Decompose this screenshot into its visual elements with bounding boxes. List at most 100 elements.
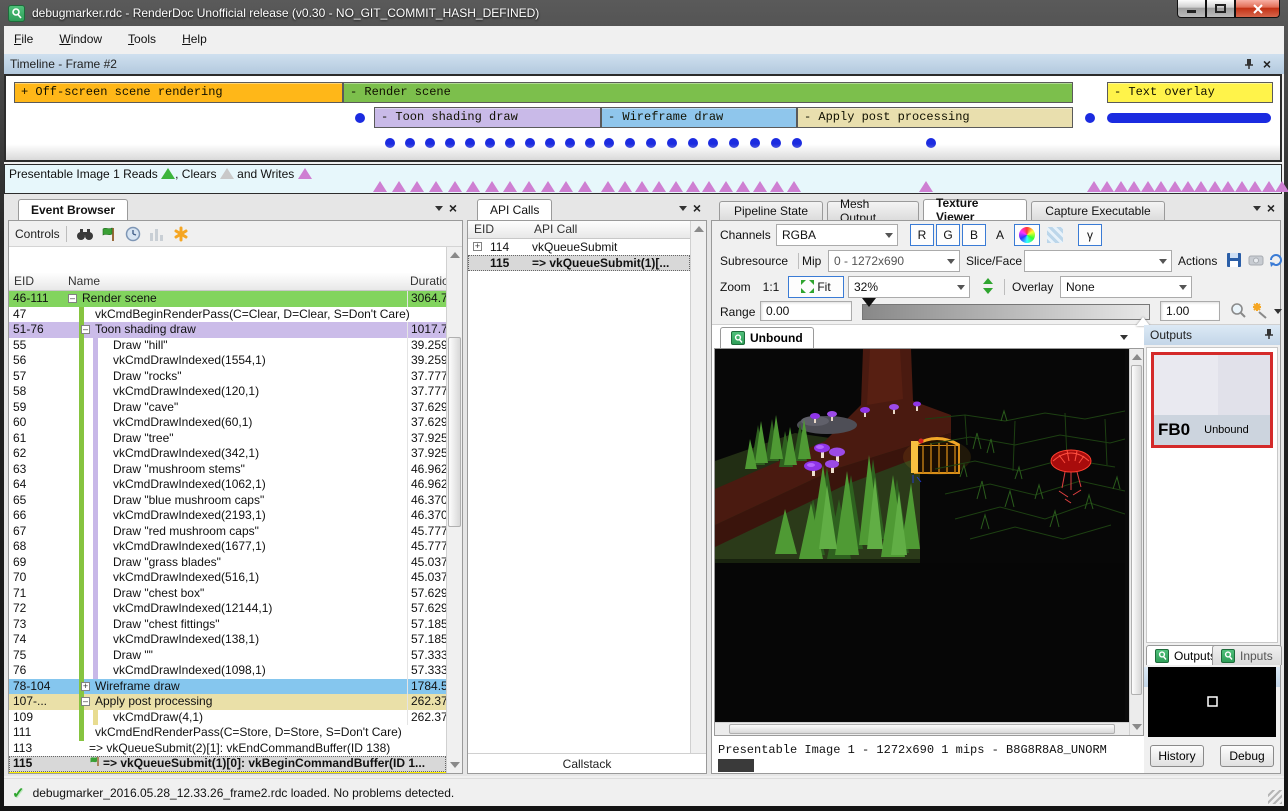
event-row[interactable]: 58vkCmdDrawIndexed(120,1)37.77778 <box>9 384 446 400</box>
event-row[interactable]: 56vkCmdDrawIndexed(1554,1)39.25926 <box>9 353 446 369</box>
api-calls-column-header[interactable]: EID API Call <box>468 221 690 239</box>
tab-event-browser[interactable]: Event Browser <box>18 199 128 220</box>
event-row[interactable]: 51-76–Toon shading draw1017.7... <box>9 322 446 338</box>
event-row[interactable]: 109vkCmdDraw(4,1)262.37... <box>9 710 446 726</box>
event-row[interactable]: 55Draw "hill"39.25926 <box>9 338 446 354</box>
zoom-1to1-button[interactable]: 1:1 <box>756 276 786 298</box>
event-row[interactable]: 71Draw "chest box"57.62963 <box>9 586 446 602</box>
event-row[interactable]: 74vkCmdDrawIndexed(138,1)57.18518 <box>9 632 446 648</box>
expand-toggle[interactable]: + <box>473 242 482 251</box>
expand-toggle[interactable]: + <box>81 682 90 691</box>
channel-r-button[interactable]: R <box>910 224 934 246</box>
refresh-icon[interactable] <box>1266 251 1286 269</box>
pixel-context-view[interactable] <box>1148 667 1276 737</box>
event-row[interactable]: 60vkCmdDrawIndexed(60,1)37.62963 <box>9 415 446 431</box>
event-row[interactable]: 65Draw "blue mushroom caps"46.37037 <box>9 493 446 509</box>
timeline-bar[interactable]: - Text overlay <box>1107 82 1273 103</box>
pin-icon[interactable] <box>1264 328 1274 343</box>
tab-mesh-output[interactable]: Mesh Output <box>827 201 919 220</box>
viewport-hscrollbar[interactable] <box>715 722 1129 735</box>
channel-a-button[interactable]: A <box>988 224 1012 246</box>
event-row[interactable]: 115=> vkQueueSubmit(1)[0]: vkBeginComman… <box>9 756 446 772</box>
event-row[interactable]: 73Draw "chest fittings"57.18518 <box>9 617 446 633</box>
updown-icon[interactable] <box>978 277 998 295</box>
maximize-button[interactable] <box>1206 0 1235 18</box>
gamma-button[interactable]: γ <box>1078 224 1102 246</box>
debug-button[interactable]: Debug <box>1220 745 1274 767</box>
callstack-section[interactable]: Callstack <box>468 753 706 773</box>
pin-icon[interactable] <box>1242 57 1256 71</box>
clock-icon[interactable] <box>123 225 143 243</box>
event-row[interactable]: 57Draw "rocks"37.77778 <box>9 369 446 385</box>
event-row[interactable]: 64vkCmdDrawIndexed(1062,1)46.96296 <box>9 477 446 493</box>
close-icon[interactable]: × <box>1267 201 1275 215</box>
mip-select[interactable]: 0 - 1272x690 <box>828 250 960 272</box>
overlay-select[interactable]: None <box>1060 276 1192 298</box>
timeline-bar[interactable]: - Toon shading draw <box>374 107 601 128</box>
close-icon[interactable]: × <box>1260 57 1274 71</box>
event-row[interactable]: 59Draw "cave"37.62963 <box>9 400 446 416</box>
asterisk-icon[interactable] <box>171 225 191 243</box>
close-icon[interactable]: × <box>449 201 457 215</box>
timeline-bar[interactable]: - Render scene <box>343 82 1073 103</box>
fb0-thumbnail[interactable]: FB0 Unbound <box>1151 352 1273 448</box>
zoom-fit-button[interactable]: Fit <box>788 276 844 298</box>
api-row[interactable]: +114vkQueueSubmit <box>468 239 690 255</box>
range-slider[interactable] <box>862 304 1150 320</box>
api-row[interactable]: 115=> vkQueueSubmit(1)[... <box>468 255 690 271</box>
tab-capture-executable[interactable]: Capture Executable <box>1031 201 1165 220</box>
event-row[interactable]: 113=> vkQueueSubmit(2)[1]: vkEndCommandB… <box>9 741 446 757</box>
texture-viewport[interactable] <box>714 348 1144 736</box>
caret-down-icon[interactable] <box>679 206 687 211</box>
collapse-toggle[interactable]: – <box>68 294 77 303</box>
menu-item-window[interactable]: Window <box>59 32 102 46</box>
menu-item-help[interactable]: Help <box>182 32 207 46</box>
save-icon[interactable] <box>1224 251 1244 269</box>
caret-down-icon[interactable] <box>1274 309 1282 314</box>
event-row[interactable]: 69Draw "grass blades"45.03704 <box>9 555 446 571</box>
event-row[interactable]: 61Draw "tree"37.92593 <box>9 431 446 447</box>
range-black-marker[interactable] <box>862 298 876 307</box>
range-max-input[interactable]: 1.00 <box>1160 301 1220 321</box>
event-row[interactable]: 75Draw ""57.33333 <box>9 648 446 664</box>
channel-g-button[interactable]: G <box>936 224 960 246</box>
zoom-select[interactable]: 32% <box>848 276 970 298</box>
event-row[interactable]: 70vkCmdDrawIndexed(516,1)45.03704 <box>9 570 446 586</box>
sliceface-select[interactable] <box>1024 250 1172 272</box>
menu-item-tools[interactable]: Tools <box>128 32 156 46</box>
binoculars-icon[interactable] <box>75 225 95 243</box>
tab-api-calls[interactable]: API Calls <box>477 199 552 220</box>
checker-button[interactable] <box>1042 224 1068 246</box>
channel-b-button[interactable]: B <box>962 224 986 246</box>
tab-pipeline-state[interactable]: Pipeline State <box>719 201 823 220</box>
event-row[interactable]: 116-...+Text overlay511.7037 <box>9 772 446 774</box>
tab-texture-viewer[interactable]: Texture Viewer <box>923 199 1027 220</box>
menu-item-file[interactable]: File <box>14 32 33 46</box>
collapse-toggle[interactable]: – <box>81 325 90 334</box>
event-row[interactable]: 62vkCmdDrawIndexed(342,1)37.92593 <box>9 446 446 462</box>
event-row[interactable]: 107-...–Apply post processing262.37... <box>9 694 446 710</box>
range-min-input[interactable]: 0.00 <box>760 301 852 321</box>
event-browser-column-header[interactable]: EID Name Duratio... <box>9 273 446 291</box>
event-row[interactable]: 68vkCmdDrawIndexed(1677,1)45.77778 <box>9 539 446 555</box>
color-wheel-button[interactable] <box>1014 224 1040 246</box>
resize-grip[interactable] <box>1268 790 1282 804</box>
event-row[interactable]: 72vkCmdDrawIndexed(12144,1)57.62963 <box>9 601 446 617</box>
magnifier-icon[interactable] <box>1228 301 1248 319</box>
collapse-toggle[interactable]: – <box>81 697 90 706</box>
tab-unbound[interactable]: Unbound <box>720 327 814 348</box>
caret-down-icon[interactable] <box>435 206 443 211</box>
event-row[interactable]: 78-104+Wireframe draw1784.5... <box>9 679 446 695</box>
event-browser-scrollbar[interactable] <box>446 247 462 773</box>
wand-icon[interactable] <box>1250 301 1270 319</box>
close-button[interactable] <box>1235 0 1280 18</box>
caret-down-icon[interactable] <box>1120 335 1128 340</box>
timeline-bar[interactable]: - Apply post processing <box>797 107 1073 128</box>
close-icon[interactable]: × <box>693 201 701 215</box>
event-row[interactable]: 63Draw "mushroom stems"46.96296 <box>9 462 446 478</box>
flag-icon[interactable] <box>99 225 119 243</box>
event-row[interactable]: 67Draw "red mushroom caps"45.77778 <box>9 524 446 540</box>
event-row[interactable]: 111vkCmdEndRenderPass(C=Store, D=Store, … <box>9 725 446 741</box>
event-row[interactable]: 66vkCmdDrawIndexed(2193,1)46.37037 <box>9 508 446 524</box>
timeline-bar[interactable]: - Wireframe draw <box>601 107 797 128</box>
